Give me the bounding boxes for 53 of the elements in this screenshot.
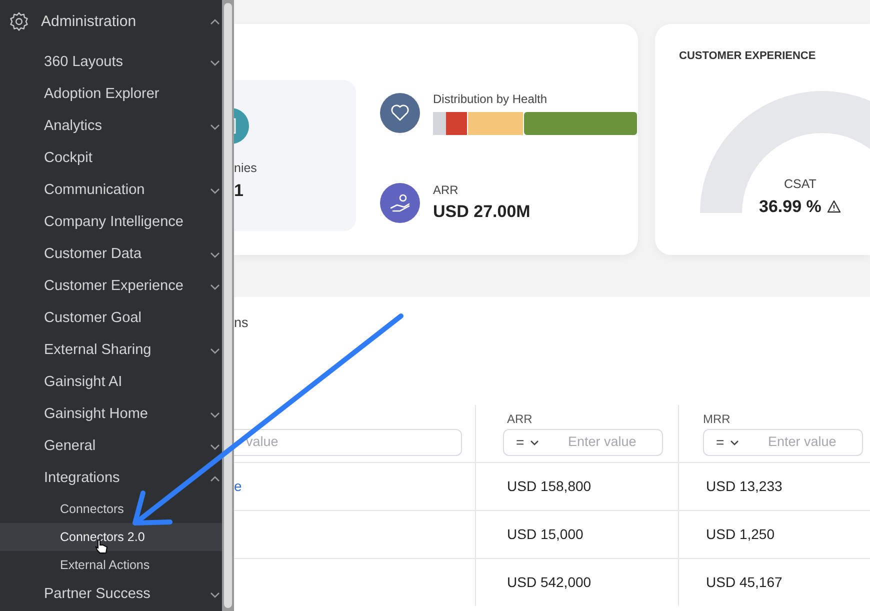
table-cell: USD 158,800 <box>476 462 679 510</box>
sidebar-item[interactable]: Analytics <box>0 111 222 143</box>
sidebar-item[interactable]: Partner Success <box>0 579 222 611</box>
table-cell: USD 542,000 <box>476 558 679 606</box>
gauge-label: CSAT <box>784 176 816 193</box>
value-input[interactable]: Enter value <box>568 432 658 453</box>
sidebar-item[interactable]: Cockpit <box>0 143 222 175</box>
table-cell: USD 45,167 <box>679 558 870 606</box>
value-input[interactable]: value <box>234 432 434 453</box>
scrollbar[interactable] <box>222 0 234 611</box>
caret-icon <box>730 440 740 446</box>
sidebar-item[interactable]: General <box>0 431 222 463</box>
sidebar-item[interactable]: 360 Layouts <box>0 47 222 79</box>
filter-field[interactable]: = Enter value <box>703 429 863 456</box>
arr-label: ARR <box>433 182 460 199</box>
money-hand-icon <box>380 182 420 223</box>
table-cell: USD 1,250 <box>679 510 870 558</box>
card-title: CUSTOMER EXPERIENCE <box>679 49 816 64</box>
operator-dropdown[interactable]: = <box>704 432 768 453</box>
sidebar-item[interactable]: Customer Goal <box>0 303 222 335</box>
health-label: Distribution by Health <box>433 91 548 108</box>
filter-field[interactable]: value <box>234 429 462 456</box>
sidebar-item[interactable]: Customer Data <box>0 239 222 271</box>
column-header-label: ARR <box>507 412 532 426</box>
filter-field[interactable]: = Enter value <box>503 429 663 456</box>
sidebar-item[interactable]: Gainsight AI <box>0 367 222 399</box>
sidebar-subitem[interactable]: Connectors <box>0 495 222 523</box>
column-header-label: MRR <box>703 412 730 426</box>
table-cell: USD 15,000 <box>476 510 679 558</box>
settings-icon <box>8 11 30 33</box>
sidebar-item[interactable]: Gainsight Home <box>0 399 222 431</box>
chevron-icon <box>210 19 220 25</box>
tile-value: 1 <box>234 180 244 202</box>
sidebar-section-header[interactable]: Administration <box>0 5 222 39</box>
hand-cursor-icon <box>95 540 108 554</box>
operator-dropdown[interactable]: = <box>504 432 568 453</box>
value-input[interactable]: Enter value <box>768 432 858 453</box>
sidebar-item[interactable]: Company Intelligence <box>0 207 222 239</box>
table-cell: USD 13,233 <box>679 462 870 510</box>
caret-icon <box>530 440 540 446</box>
table-title: ns <box>234 315 248 330</box>
sidebar-subitem[interactable]: External Actions <box>0 551 222 579</box>
sidebar-item[interactable]: Customer Experience <box>0 271 222 303</box>
arr-value: USD 27.00M <box>433 201 530 223</box>
tile-label: nies <box>234 160 258 177</box>
sidebar-subitem[interactable]: Connectors 2.0 <box>0 523 222 551</box>
sidebar-item[interactable]: Integrations <box>0 463 222 495</box>
gauge-value: 36.99 % <box>759 196 822 218</box>
warning-icon <box>827 200 842 213</box>
sidebar-item[interactable]: External Sharing <box>0 335 222 367</box>
sidebar-item[interactable]: Communication <box>0 175 222 207</box>
sidebar-item[interactable]: Adoption Explorer <box>0 79 222 111</box>
row-link[interactable]: e <box>234 476 242 497</box>
